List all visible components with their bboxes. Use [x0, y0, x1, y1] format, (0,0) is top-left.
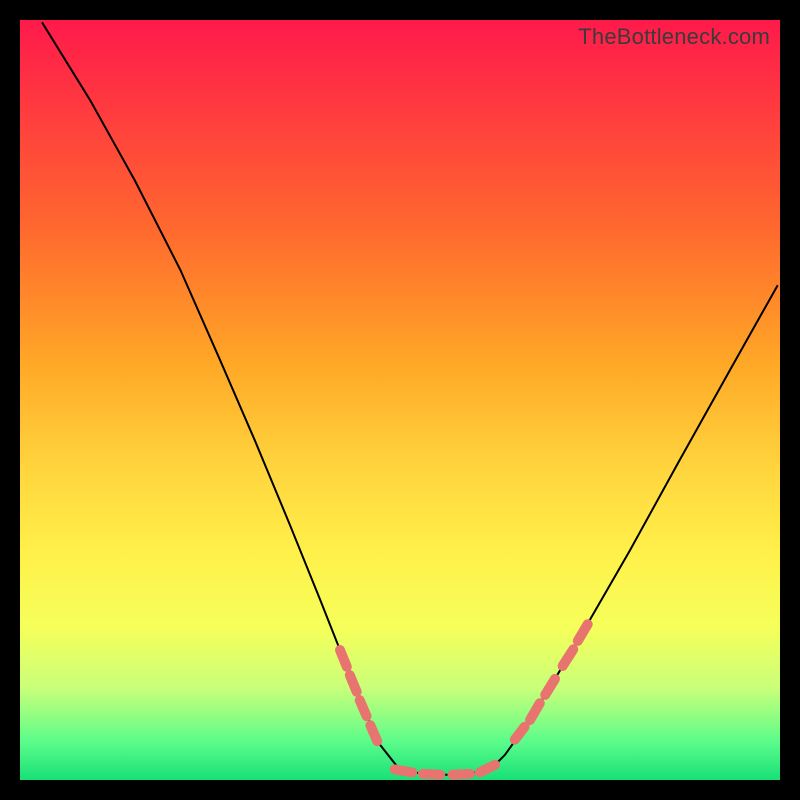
- trough-marker: [360, 700, 367, 716]
- trough-marker: [563, 649, 574, 666]
- trough-marker: [515, 727, 525, 740]
- trough-marker: [530, 703, 540, 720]
- trough-marker: [370, 725, 377, 741]
- trough-marker: [578, 624, 588, 641]
- chart-frame: TheBottleneck.com: [0, 0, 800, 800]
- trough-marker: [395, 769, 413, 772]
- trough-marker: [545, 679, 555, 695]
- trough-marker: [350, 675, 357, 692]
- bottleneck-curve: [42, 22, 778, 774]
- chart-svg: [20, 20, 780, 780]
- plot-area: TheBottleneck.com: [20, 20, 780, 780]
- trough-marker: [423, 774, 441, 775]
- trough-marker: [340, 650, 347, 667]
- trough-marker-group: [340, 624, 588, 775]
- trough-marker: [452, 774, 470, 775]
- trough-marker: [480, 765, 495, 773]
